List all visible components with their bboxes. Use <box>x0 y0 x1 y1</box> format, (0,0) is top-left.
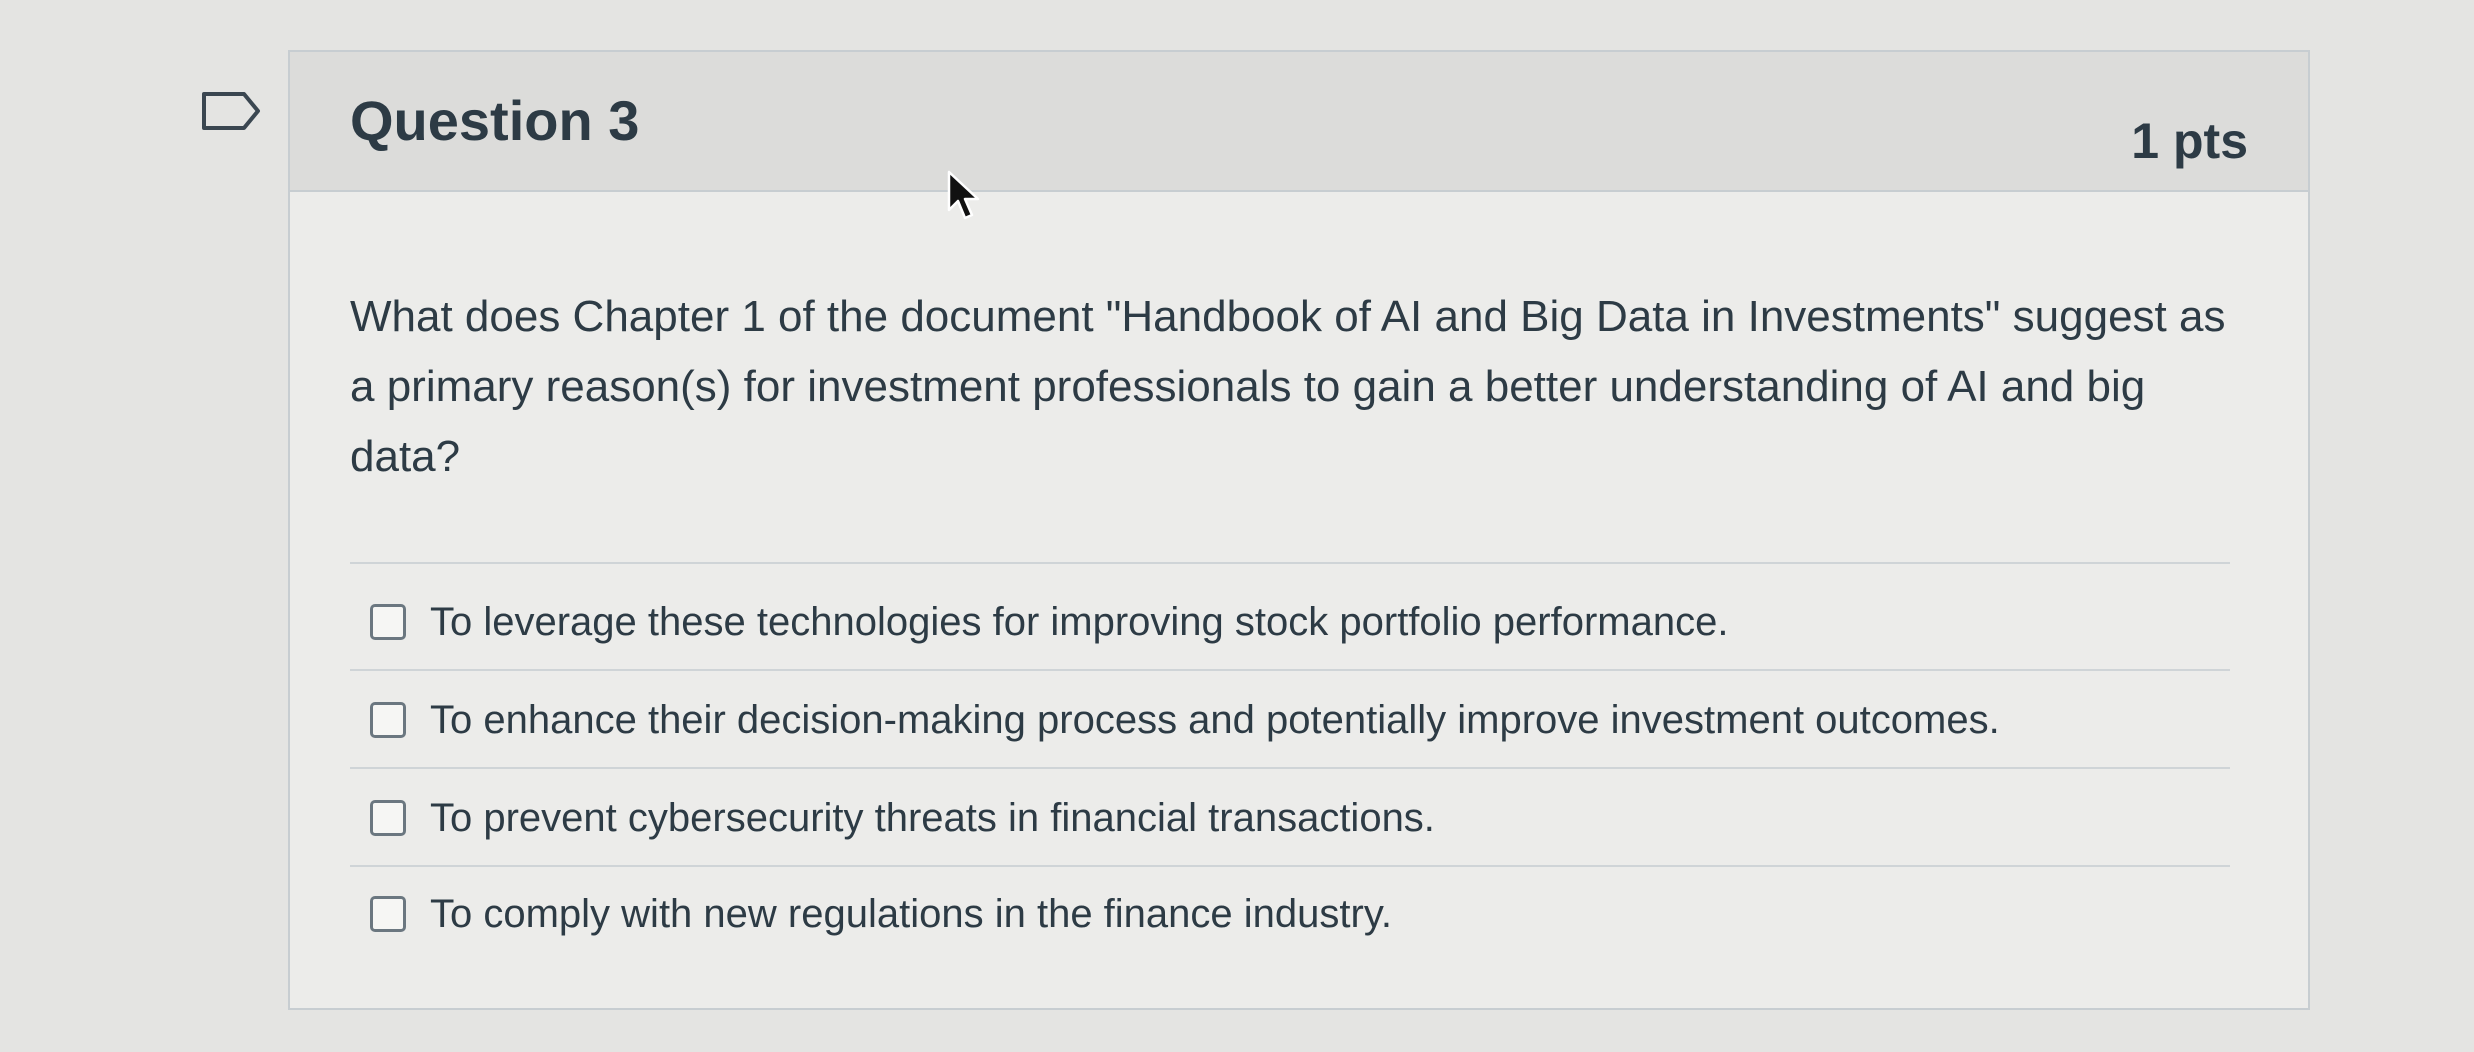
flag-question-icon[interactable] <box>200 90 262 132</box>
answer-label: To prevent cybersecurity threats in fina… <box>430 795 1435 840</box>
checkbox[interactable] <box>370 702 406 738</box>
divider <box>350 767 2230 769</box>
divider <box>350 669 2230 671</box>
answer-label: To comply with new regulations in the fi… <box>430 891 1392 936</box>
checkbox[interactable] <box>370 800 406 836</box>
checkbox[interactable] <box>370 604 406 640</box>
answer-option-3[interactable]: To prevent cybersecurity threats in fina… <box>350 778 2230 858</box>
answer-label: To enhance their decision-making process… <box>430 697 2000 742</box>
answer-option-2[interactable]: To enhance their decision-making process… <box>350 680 2230 760</box>
answer-option-1[interactable]: To leverage these technologies for impro… <box>350 582 2230 662</box>
question-card: Question 3 1 pts What does Chapter 1 of … <box>288 50 2310 1010</box>
question-header: Question 3 1 pts <box>290 52 2308 192</box>
divider <box>350 865 2230 867</box>
checkbox[interactable] <box>370 896 406 932</box>
question-title: Question 3 <box>350 89 640 152</box>
divider <box>350 562 2230 564</box>
question-text: What does Chapter 1 of the document "Han… <box>350 292 2226 481</box>
question-points: 1 pts <box>2131 113 2248 169</box>
mouse-cursor-icon <box>947 170 980 220</box>
answer-label: To leverage these technologies for impro… <box>430 599 1729 644</box>
answer-option-4[interactable]: To comply with new regulations in the fi… <box>350 874 2230 954</box>
